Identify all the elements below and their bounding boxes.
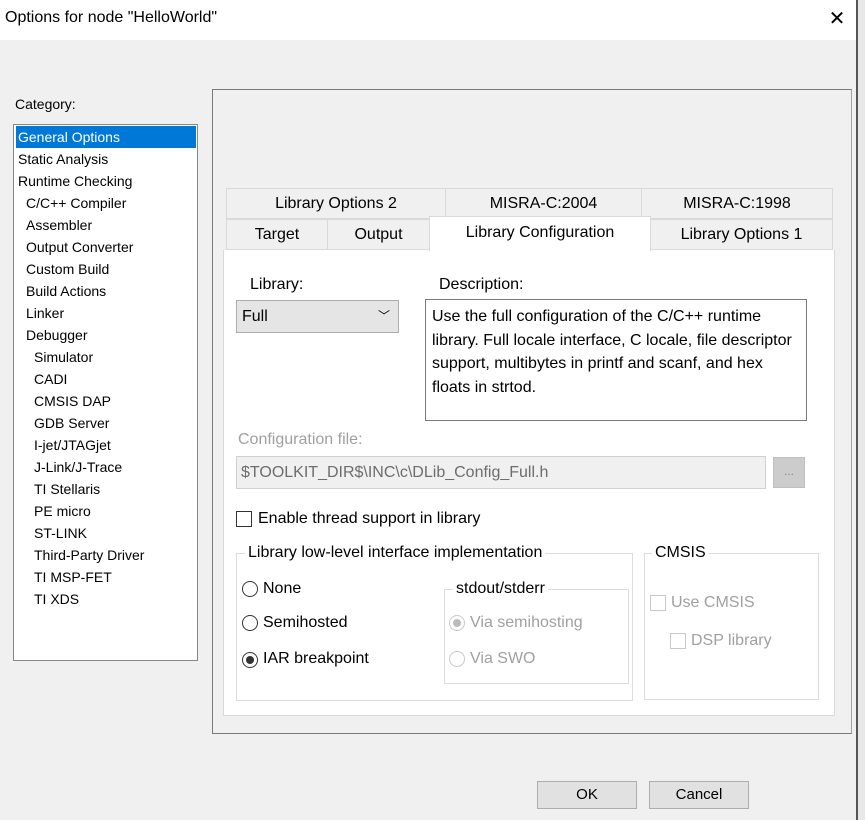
tab-library-options-2[interactable]: Library Options 2 bbox=[226, 188, 446, 219]
cmsis-group bbox=[644, 553, 819, 700]
tab-misra-c-2004[interactable]: MISRA-C:2004 bbox=[445, 188, 642, 219]
category-item[interactable]: ST-LINK bbox=[16, 522, 196, 544]
category-item[interactable]: Custom Build bbox=[16, 258, 196, 280]
category-item[interactable]: Build Actions bbox=[16, 280, 196, 302]
radio-via-semihosting-label: Via semihosting bbox=[470, 614, 583, 631]
tab-misra-c-1998[interactable]: MISRA-C:1998 bbox=[641, 188, 833, 219]
category-item[interactable]: General Options bbox=[16, 126, 196, 148]
category-item[interactable]: I-jet/JTAGjet bbox=[16, 434, 196, 456]
cmsis-group-title: CMSIS bbox=[652, 544, 709, 562]
radio-iar-breakpoint-label: IAR breakpoint bbox=[263, 650, 369, 667]
category-label: Category: bbox=[15, 96, 76, 112]
category-item[interactable]: GDB Server bbox=[16, 412, 196, 434]
tab-output[interactable]: Output bbox=[327, 219, 430, 250]
stdout-group-title: stdout/stderr bbox=[453, 580, 548, 598]
library-label: Library: bbox=[250, 276, 304, 293]
ok-button[interactable]: OK bbox=[537, 781, 637, 809]
config-file-input[interactable]: $TOOLKIT_DIR$\INC\c\DLib_Config_Full.h bbox=[236, 456, 766, 489]
close-icon[interactable]: ✕ bbox=[826, 6, 848, 31]
radio-iar-breakpoint[interactable] bbox=[242, 652, 258, 668]
radio-semihosted-label: Semihosted bbox=[263, 614, 348, 631]
use-cmsis-checkbox[interactable] bbox=[650, 595, 666, 611]
tab-library-configuration[interactable]: Library Configuration bbox=[429, 216, 651, 251]
category-item[interactable]: Third-Party Driver bbox=[16, 544, 196, 566]
category-item[interactable]: Output Converter bbox=[16, 236, 196, 258]
category-item[interactable]: Assembler bbox=[16, 214, 196, 236]
category-item[interactable]: Debugger bbox=[16, 324, 196, 346]
background-window bbox=[858, 0, 865, 820]
cancel-button[interactable]: Cancel bbox=[649, 781, 749, 809]
window-title: Options for node "HelloWorld" bbox=[5, 9, 218, 26]
category-item[interactable]: CMSIS DAP bbox=[16, 390, 196, 412]
use-cmsis-label: Use CMSIS bbox=[671, 594, 755, 611]
category-item[interactable]: TI Stellaris bbox=[16, 478, 196, 500]
category-item[interactable]: Runtime Checking bbox=[16, 170, 196, 192]
thread-support-checkbox[interactable] bbox=[236, 511, 252, 527]
library-select[interactable]: Full ﹀ bbox=[236, 300, 399, 333]
description-label: Description: bbox=[439, 276, 524, 293]
category-item[interactable]: CADI bbox=[16, 368, 196, 390]
chevron-down-icon: ﹀ bbox=[377, 309, 390, 323]
radio-none-label: None bbox=[263, 580, 302, 597]
stdout-group bbox=[444, 589, 629, 684]
category-item[interactable]: J-Link/J-Trace bbox=[16, 456, 196, 478]
radio-via-semihosting[interactable] bbox=[449, 615, 465, 631]
category-item[interactable]: Linker bbox=[16, 302, 196, 324]
library-value: Full bbox=[242, 308, 268, 325]
radio-via-swo[interactable] bbox=[449, 651, 465, 667]
radio-semihosted[interactable] bbox=[242, 615, 258, 631]
category-item[interactable]: TI XDS bbox=[16, 588, 196, 610]
config-file-label: Configuration file: bbox=[238, 431, 363, 448]
low-level-group-title: Library low-level interface implementati… bbox=[245, 544, 546, 562]
tab-library-options-1[interactable]: Library Options 1 bbox=[650, 219, 833, 250]
description-box: Use the full configuration of the C/C++ … bbox=[425, 299, 807, 421]
dsp-library-label: DSP library bbox=[691, 632, 772, 649]
category-item[interactable]: C/C++ Compiler bbox=[16, 192, 196, 214]
radio-via-swo-label: Via SWO bbox=[470, 650, 536, 667]
browse-button[interactable]: ... bbox=[773, 457, 805, 488]
tab-target[interactable]: Target bbox=[226, 219, 328, 250]
radio-none[interactable] bbox=[242, 581, 258, 597]
category-item[interactable]: Static Analysis bbox=[16, 148, 196, 170]
category-item[interactable]: Simulator bbox=[16, 346, 196, 368]
thread-support-label: Enable thread support in library bbox=[258, 510, 481, 527]
category-item[interactable]: TI MSP-FET bbox=[16, 566, 196, 588]
category-list[interactable]: General Options Static Analysis Runtime Ch… bbox=[13, 124, 198, 661]
dsp-library-checkbox[interactable] bbox=[670, 633, 686, 649]
category-item[interactable]: PE micro bbox=[16, 500, 196, 522]
